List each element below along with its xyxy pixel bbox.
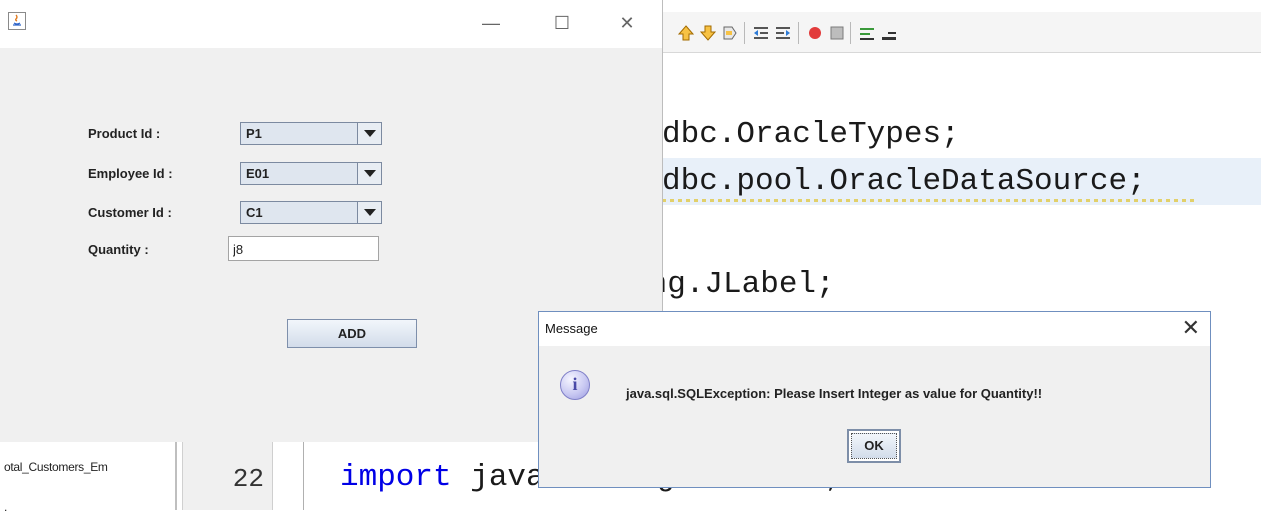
project-tree-item[interactable]: .	[4, 500, 7, 514]
code-margin-line	[303, 442, 304, 510]
record-macro-icon[interactable]	[806, 24, 824, 42]
combo-dropdown-button[interactable]	[357, 123, 381, 144]
panel-splitter[interactable]	[175, 442, 177, 510]
ok-button[interactable]: OK	[847, 429, 901, 463]
line-number: 22	[232, 464, 264, 494]
bookmark-up-icon[interactable]	[677, 24, 695, 42]
project-tree-item[interactable]: otal_Customers_Em	[4, 460, 108, 474]
bookmark-down-icon[interactable]	[699, 24, 717, 42]
editor-toolbar	[662, 12, 1261, 53]
dialog-message: java.sql.SQLException: Please Insert Int…	[626, 386, 1043, 401]
quantity-input[interactable]	[228, 236, 379, 261]
chevron-down-icon	[364, 130, 376, 137]
combo-dropdown-button[interactable]	[357, 163, 381, 184]
warning-squiggle	[662, 199, 1198, 202]
app-titlebar[interactable]: — ☐ ✕	[0, 0, 662, 48]
code-line: dbc.pool.OracleDataSource;	[662, 164, 1146, 199]
stop-macro-icon[interactable]	[828, 24, 846, 42]
close-button[interactable]: ✕	[607, 8, 647, 38]
customer-id-value: C1	[246, 205, 263, 220]
code-keyword: import	[340, 460, 452, 495]
ok-button-label: OK	[851, 433, 897, 459]
shift-left-icon[interactable]	[752, 24, 770, 42]
customer-id-combo[interactable]: C1	[240, 201, 382, 224]
project-panel	[0, 442, 180, 510]
employee-id-label: Employee Id :	[88, 166, 173, 181]
uncomment-icon[interactable]	[880, 24, 898, 42]
customer-id-label: Customer Id :	[88, 205, 172, 220]
product-id-value: P1	[246, 126, 262, 141]
employee-id-combo[interactable]: E01	[240, 162, 382, 185]
combo-dropdown-button[interactable]	[357, 202, 381, 223]
quantity-label: Quantity :	[88, 242, 149, 257]
dialog-titlebar[interactable]: Message ✕	[539, 312, 1210, 346]
dialog-close-button[interactable]: ✕	[1182, 317, 1200, 339]
code-line: dbc.OracleTypes;	[662, 117, 960, 152]
info-icon: i	[560, 370, 590, 400]
maximize-button[interactable]: ☐	[542, 8, 582, 38]
java-icon	[8, 12, 26, 30]
chevron-down-icon	[364, 209, 376, 216]
add-button[interactable]: ADD	[287, 319, 417, 348]
product-id-combo[interactable]: P1	[240, 122, 382, 145]
employee-id-value: E01	[246, 166, 270, 181]
minimize-button[interactable]: —	[471, 8, 511, 38]
product-id-label: Product Id :	[88, 126, 161, 141]
dialog-title: Message	[545, 321, 598, 336]
gutter-divider	[272, 442, 273, 510]
bookmark-toggle-icon[interactable]	[721, 24, 739, 42]
shift-right-icon[interactable]	[774, 24, 792, 42]
message-dialog: Message ✕ i java.sql.SQLException: Pleas…	[538, 311, 1211, 488]
chevron-down-icon	[364, 170, 376, 177]
comment-icon[interactable]	[858, 24, 876, 42]
